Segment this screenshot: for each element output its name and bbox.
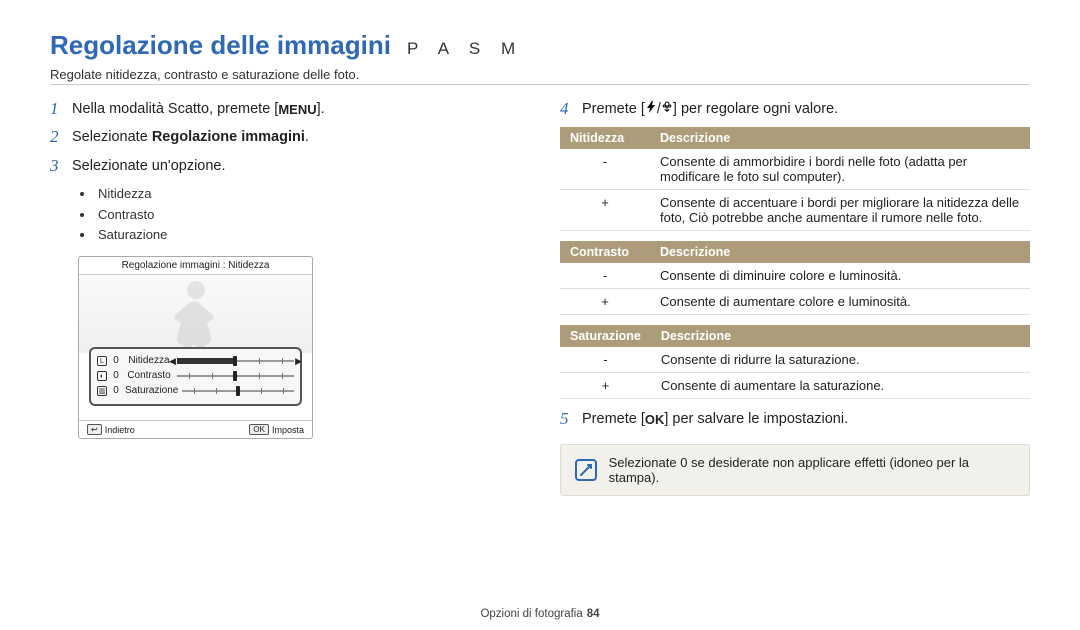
sharpness-icon: L <box>97 356 107 366</box>
step-1-text: Nella modalità Scatto, premete [MENU]. <box>72 99 325 119</box>
step-3-text: Selezionate un'opzione. <box>72 156 226 176</box>
table-contrasto: ContrastoDescrizione -Consente di diminu… <box>560 241 1030 315</box>
table-row: +Consente di accentuare i bordi per migl… <box>560 190 1030 231</box>
camera-preview: Regolazione immagini : Nitidezza L 0 Nit… <box>78 256 313 439</box>
table-row: -Consente di diminuire colore e luminosi… <box>560 263 1030 289</box>
slider: ◀ ▶ <box>177 357 294 365</box>
slider <box>177 372 294 380</box>
silhouette-icon <box>161 275 231 353</box>
slider-row-saturazione: ▥ 0 Saturazione <box>97 383 294 398</box>
note-text: Selezionate 0 se desiderate non applicar… <box>609 455 1015 485</box>
page-title: Regolazione delle immagini <box>50 30 391 61</box>
list-item: Contrasto <box>80 205 520 226</box>
step-number: 3 <box>50 156 64 176</box>
step-number: 5 <box>560 409 574 429</box>
list-item: Saturazione <box>80 225 520 246</box>
preview-title: Regolazione immagini : Nitidezza <box>79 257 312 275</box>
table-saturazione: SaturazioneDescrizione -Consente di ridu… <box>560 325 1030 399</box>
page-subtitle: Regolate nitidezza, contrasto e saturazi… <box>50 67 1030 82</box>
back-button: ↩Indietro <box>87 424 135 435</box>
note-icon <box>575 459 597 481</box>
step-number: 1 <box>50 99 64 119</box>
list-item: Nitidezza <box>80 184 520 205</box>
menu-key-icon: MENU <box>278 103 316 116</box>
page-footer: Opzioni di fotografia84 <box>0 608 1080 620</box>
step-5-text: Premete [OK] per salvare le impostazioni… <box>582 409 848 429</box>
ok-key-icon: OK <box>645 413 665 426</box>
slider-row-contrasto: ◐ 0 Contrasto <box>97 368 294 383</box>
step-2-text: Selezionate Regolazione immagini. <box>72 127 309 147</box>
divider <box>50 84 1030 85</box>
table-row: -Consente di ammorbidire i bordi nelle f… <box>560 149 1030 190</box>
step-number: 2 <box>50 127 64 147</box>
step-4-text: Premete [ / ] per regolare ogni valore. <box>582 99 838 119</box>
table-nitidezza: NitidezzaDescrizione -Consente di ammorb… <box>560 127 1030 231</box>
note-box: Selezionate 0 se desiderate non applicar… <box>560 444 1030 496</box>
macro-icon <box>661 99 673 119</box>
slider <box>182 387 294 395</box>
mode-indicator: P A S M <box>407 39 523 59</box>
set-button: OKImposta <box>249 424 304 435</box>
table-row: -Consente di ridurre la saturazione. <box>560 347 1030 373</box>
step-number: 4 <box>560 99 574 119</box>
flash-icon <box>645 99 657 119</box>
saturation-icon: ▥ <box>97 386 107 396</box>
table-row: +Consente di aumentare la saturazione. <box>560 373 1030 399</box>
table-row: +Consente di aumentare colore e luminosi… <box>560 289 1030 315</box>
slider-row-nitidezza: L 0 Nitidezza ◀ ▶ <box>97 353 294 368</box>
contrast-icon: ◐ <box>97 371 107 381</box>
option-list: Nitidezza Contrasto Saturazione <box>80 184 520 246</box>
